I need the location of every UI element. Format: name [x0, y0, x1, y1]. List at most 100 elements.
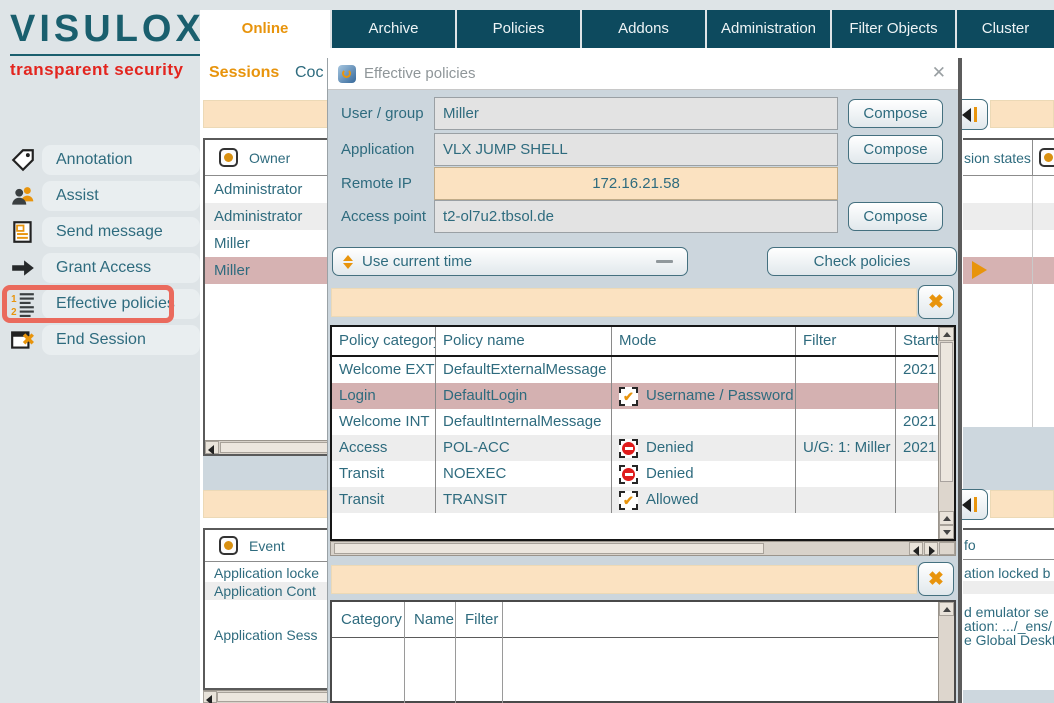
session-states-row[interactable]	[963, 203, 1054, 230]
scroll-left-icon[interactable]	[909, 542, 923, 555]
event-column-label: Event	[249, 537, 285, 556]
assist-people-icon	[10, 183, 36, 209]
policy-result-filter-bar[interactable]	[331, 288, 917, 317]
sidebar-item-end-session[interactable]: End Session	[42, 325, 200, 355]
policy-table-hscrollbar[interactable]	[330, 541, 956, 556]
session-states-header[interactable]: sion states	[963, 140, 1054, 176]
dropdown-handle-icon	[656, 260, 673, 263]
column-header[interactable]: Starttime	[896, 327, 938, 355]
user-group-field[interactable]: Miller	[434, 97, 838, 130]
policy-category: Access	[332, 435, 436, 461]
owner-column-label: Owner	[249, 149, 290, 168]
sidebar-item-grant-access[interactable]: Grant Access	[42, 253, 200, 283]
access-point-field[interactable]: t2-ol7u2.tbsol.de	[434, 200, 838, 233]
mode-label: Denied	[646, 435, 694, 461]
play-icon[interactable]	[972, 261, 987, 279]
allowed-checkbox-icon: ✔	[619, 491, 638, 510]
scroll-down-icon[interactable]	[939, 525, 954, 539]
session-states-row-selected[interactable]	[963, 257, 1054, 284]
column-header[interactable]: Filter	[796, 327, 896, 355]
policy-filter	[796, 461, 896, 487]
result-table-vscrollbar[interactable]	[938, 602, 954, 701]
clear-filter-button[interactable]: ✖	[918, 285, 954, 319]
compose-user-button[interactable]: Compose	[848, 99, 943, 128]
denied-icon	[619, 465, 638, 484]
policy-mode: ✔ Username / Password	[612, 383, 796, 409]
tab-archive[interactable]: Archive	[332, 10, 455, 48]
grant-access-arrow-icon	[10, 255, 36, 281]
info-filter-bar[interactable]	[990, 490, 1054, 518]
info-line[interactable]: e Global Deskt	[964, 632, 1054, 648]
column-divider	[1032, 176, 1033, 427]
session-states-row[interactable]	[963, 230, 1054, 257]
column-divider	[1032, 140, 1033, 176]
policy-filter	[796, 383, 896, 409]
policy-row[interactable]: Transit TRANSIT ✔ Allowed	[332, 487, 954, 513]
column-header[interactable]: Policy name	[436, 327, 612, 355]
scroll-left-icon[interactable]	[203, 691, 217, 703]
policy-table-header: Policy category Policy name Mode Filter …	[332, 327, 954, 357]
policy-row[interactable]: Welcome INT DefaultInternalMessage 2021	[332, 409, 954, 435]
result-filter-bar[interactable]	[331, 565, 917, 594]
brand-logo: VISULOX	[10, 8, 207, 56]
scroll-up-icon[interactable]	[939, 511, 954, 525]
session-states-filter-bar[interactable]	[990, 100, 1054, 128]
dialog-close-icon[interactable]: ✕	[932, 63, 946, 83]
application-field[interactable]: VLX JUMP SHELL	[434, 133, 838, 166]
check-policies-button[interactable]: Check policies	[767, 247, 957, 276]
scroll-up-icon[interactable]	[939, 327, 954, 341]
sidebar-item-send-message[interactable]: Send message	[42, 217, 200, 247]
collapse-bar-icon	[974, 497, 977, 512]
mode-label: Denied	[646, 461, 694, 487]
scroll-corner	[939, 542, 955, 555]
column-header[interactable]: Policy category	[332, 327, 436, 355]
scroll-right-icon[interactable]	[924, 542, 938, 555]
time-selector-dropdown[interactable]: Use current time	[332, 247, 688, 276]
policy-row[interactable]: Access POL-ACC Denied U/G: 1: Miller 202…	[332, 435, 954, 461]
info-column-label: fo	[964, 537, 976, 553]
tab-cluster[interactable]: Cluster	[957, 10, 1054, 48]
policy-filter	[796, 357, 896, 383]
remote-ip-field[interactable]: 172.16.21.58	[434, 167, 838, 200]
clear-filter-button[interactable]: ✖	[918, 562, 954, 596]
send-message-icon	[10, 219, 36, 245]
policy-name: TRANSIT	[436, 487, 612, 513]
policy-start: 2021	[896, 435, 938, 461]
end-session-icon	[10, 327, 36, 353]
scrollbar-thumb[interactable]	[940, 342, 953, 482]
event-column-icon	[219, 536, 238, 555]
brand-tagline: transparent security	[10, 60, 183, 80]
tab-addons[interactable]: Addons	[582, 10, 705, 48]
tab-filter-objects[interactable]: Filter Objects	[832, 10, 955, 48]
subtab-cockpit[interactable]: Coc	[295, 64, 323, 82]
session-states-row[interactable]	[963, 176, 1054, 203]
sidebar-item-annotation[interactable]: Annotation	[42, 145, 200, 175]
tab-administration[interactable]: Administration	[707, 10, 830, 48]
policy-name: DefaultLogin	[436, 383, 612, 409]
sidebar-item-assist[interactable]: Assist	[42, 181, 200, 211]
application-label: Application	[341, 133, 414, 166]
policy-filter	[796, 487, 896, 513]
policy-row-selected[interactable]: Login DefaultLogin ✔ Username / Password	[332, 383, 954, 409]
scroll-up-icon[interactable]	[939, 602, 954, 616]
remote-ip-label: Remote IP	[341, 167, 412, 200]
policy-filter	[796, 409, 896, 435]
policy-filter: U/G: 1: Miller	[796, 435, 896, 461]
policy-mode: Denied	[612, 435, 796, 461]
selection-highlight-box	[2, 285, 174, 323]
policy-mode	[612, 357, 796, 383]
subtab-sessions[interactable]: Sessions	[209, 64, 279, 82]
policy-row[interactable]: Transit NOEXEC Denied	[332, 461, 954, 487]
policy-start	[896, 461, 938, 487]
column-header[interactable]: Mode	[612, 327, 796, 355]
compose-access-point-button[interactable]: Compose	[848, 202, 943, 231]
scrollbar-thumb[interactable]	[334, 543, 764, 554]
dialog-titlebar[interactable]: Effective policies ✕	[328, 58, 958, 90]
info-line[interactable]: ation locked b	[964, 565, 1050, 581]
visulox-app: VISULOX transparent security Online Arch…	[0, 0, 1054, 703]
tab-policies[interactable]: Policies	[457, 10, 580, 48]
policy-table-vscrollbar[interactable]	[938, 327, 954, 539]
compose-application-button[interactable]: Compose	[848, 135, 943, 164]
policy-row[interactable]: Welcome EXT DefaultExternalMessage 2021	[332, 357, 954, 383]
scroll-left-icon[interactable]	[205, 441, 219, 454]
